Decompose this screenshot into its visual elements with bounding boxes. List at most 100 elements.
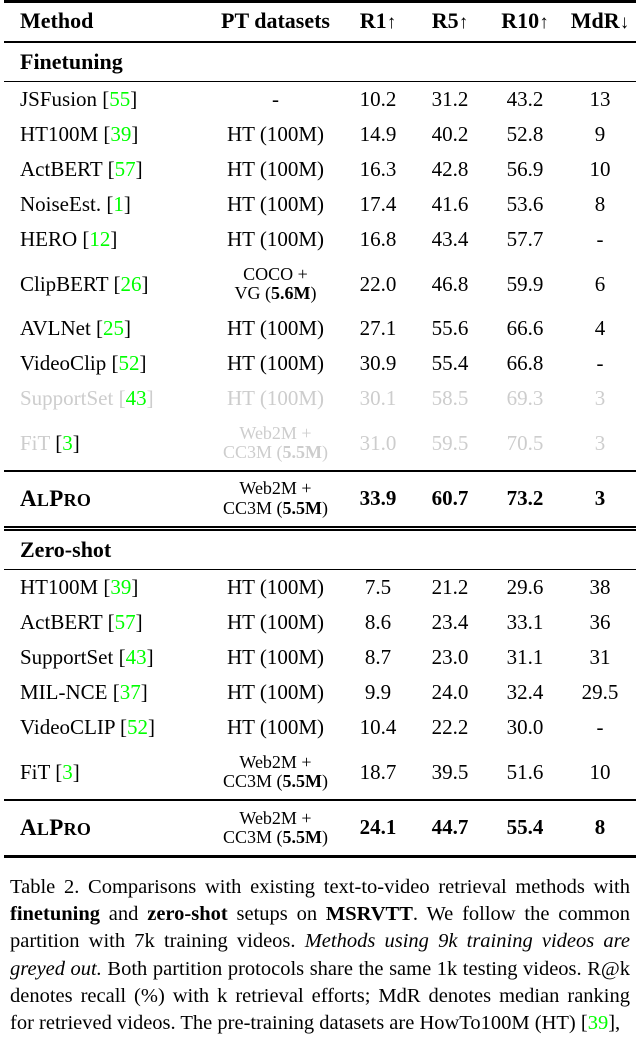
row-r10: 51.6	[506, 759, 544, 784]
row-method-name: MIL-NCE [37]	[20, 680, 148, 705]
row-r10: 70.5	[506, 430, 544, 455]
row-mdr: -	[596, 351, 604, 376]
row-r1: 24.1	[359, 815, 397, 840]
row-method-name: VideoClip [52]	[20, 351, 147, 376]
section-title-label: Finetuning	[20, 48, 123, 74]
caption-bold-zeroshot: zero-shot	[147, 903, 228, 926]
row-r10: 73.2	[506, 486, 544, 511]
row-r1: 33.9	[359, 486, 397, 511]
table-row-highlight-alpro: ALPRO Web2M + CC3M (5.5M) 33.9 60.7 73.2…	[4, 472, 636, 526]
results-table: Method PT datasets R1↑ R5↑ R10↑ MdR↓ Fin…	[4, 0, 636, 858]
row-pt-datasets: HT (100M)	[226, 645, 325, 670]
row-mdr: -	[596, 227, 604, 252]
row-method-name: FiT [3]	[20, 759, 80, 784]
row-mdr: 4	[594, 316, 606, 341]
row-pt-datasets: HT (100M)	[226, 575, 325, 600]
citation: [57]	[107, 610, 143, 635]
row-r10: 29.6	[506, 575, 544, 600]
row-mdr: 10	[589, 759, 611, 784]
citation: [52]	[111, 351, 147, 376]
row-r10: 59.9	[506, 271, 544, 296]
row-r1: 31.0	[359, 430, 397, 455]
row-r10: 66.6	[506, 316, 544, 341]
pt-dataset-line1: Web2M +	[239, 807, 312, 828]
row-r10: 31.1	[506, 645, 544, 670]
table-row: VideoCLIP [52] HT (100M) 10.4 22.2 30.0 …	[4, 710, 636, 745]
row-method-name: JSFusion [55]	[20, 87, 138, 112]
row-r1: 30.9	[359, 351, 397, 376]
citation: [37]	[112, 680, 148, 705]
row-r10: 56.9	[506, 157, 544, 182]
caption-bold-finetuning: finetuning	[10, 903, 100, 926]
row-pt-datasets: Web2M + CC3M (5.5M)	[209, 472, 342, 526]
row-method-name: AVLNet [25]	[20, 316, 132, 341]
column-header-r1-label: R1	[359, 8, 387, 33]
row-r1: 27.1	[359, 316, 397, 341]
row-r5: 41.6	[431, 192, 469, 217]
citation: [43]	[118, 386, 154, 411]
section-header-finetuning: Finetuning	[4, 43, 636, 81]
row-r5: 23.0	[431, 645, 469, 670]
row-pt-datasets: HT (100M)	[226, 122, 325, 147]
citation: [3]	[55, 430, 80, 455]
row-method-name: SupportSet [43]	[20, 645, 154, 670]
row-r10: 53.6	[506, 192, 544, 217]
citation: [39]	[103, 122, 139, 147]
row-method-name: VideoCLIP [52]	[20, 715, 156, 740]
up-arrow-icon: ↑	[386, 12, 397, 33]
row-method-name-alpro: ALPRO	[20, 485, 92, 511]
row-mdr: -	[596, 715, 604, 740]
column-header-method-label: Method	[20, 8, 94, 33]
table-row: VideoClip [52] HT (100M) 30.9 55.4 66.8 …	[4, 346, 636, 381]
table-row: ActBERT [57] HT (100M) 16.3 42.8 56.9 10	[4, 152, 636, 187]
pt-dataset-line1: Web2M +	[239, 422, 312, 443]
row-r5: 42.8	[431, 157, 469, 182]
table-row: HT100M [39] HT (100M) 7.5 21.2 29.6 38	[4, 570, 636, 605]
table-caption: Table 2. Comparisons with existing text-…	[10, 875, 631, 1035]
column-header-r10: R10↑	[486, 3, 564, 41]
citation: [12]	[82, 227, 118, 252]
pt-dataset-line2: CC3M (5.5M)	[222, 442, 328, 463]
table-row: SupportSet [43] HT (100M) 8.7 23.0 31.1 …	[4, 640, 636, 675]
section-divider-double-rule	[4, 525, 636, 531]
table-row: HT100M [39] HT (100M) 14.9 40.2 52.8 9	[4, 117, 636, 152]
pt-dataset-line2: VG (5.6M)	[234, 283, 317, 304]
row-r10: 57.7	[506, 227, 544, 252]
citation: [52]	[120, 715, 156, 740]
pt-dataset-line1: Web2M +	[239, 478, 312, 499]
row-method-name: SupportSet [43]	[20, 386, 154, 411]
row-mdr: 9	[594, 122, 606, 147]
row-r1: 10.4	[359, 715, 397, 740]
table-header-row: Method PT datasets R1↑ R5↑ R10↑ MdR↓	[4, 3, 636, 41]
paper-table-figure: Method PT datasets R1↑ R5↑ R10↑ MdR↓ Fin…	[0, 0, 640, 1034]
column-header-mdr-label: MdR	[570, 8, 620, 33]
citation: [43]	[118, 645, 154, 670]
row-r5: 22.2	[431, 715, 469, 740]
citation: [25]	[96, 316, 132, 341]
row-pt-datasets: -	[272, 87, 279, 112]
row-method-name: HT100M [39]	[20, 575, 139, 600]
row-r10: 66.8	[506, 351, 544, 376]
row-method-name-alpro: ALPRO	[20, 814, 92, 840]
up-arrow-icon: ↑	[539, 12, 549, 33]
row-pt-datasets: HT (100M)	[226, 157, 325, 182]
row-mdr: 3	[594, 486, 606, 511]
row-method-name: NoiseEst. [1]	[20, 192, 131, 217]
row-mdr: 3	[594, 386, 606, 411]
row-pt-datasets: HT (100M)	[226, 715, 325, 740]
pt-dataset-line2: CC3M (5.5M)	[222, 771, 328, 792]
table-row-greyed: FiT [3] Web2M + CC3M (5.5M) 31.0 59.5 70…	[4, 416, 636, 470]
row-r10: 32.4	[506, 680, 544, 705]
row-mdr: 6	[594, 271, 606, 296]
column-header-pt-datasets: PT datasets	[209, 3, 342, 41]
row-r5: 55.4	[431, 351, 469, 376]
row-r5: 24.0	[431, 680, 469, 705]
section-header-zero-shot: Zero-shot	[4, 531, 636, 569]
pt-dataset-line2: CC3M (5.5M)	[222, 497, 328, 518]
up-arrow-icon: ↑	[458, 12, 469, 33]
row-r10: 43.2	[506, 87, 544, 112]
row-r1: 14.9	[359, 122, 397, 147]
row-r1: 30.1	[359, 386, 397, 411]
row-mdr: 13	[589, 87, 611, 112]
citation: [1]	[106, 192, 131, 217]
